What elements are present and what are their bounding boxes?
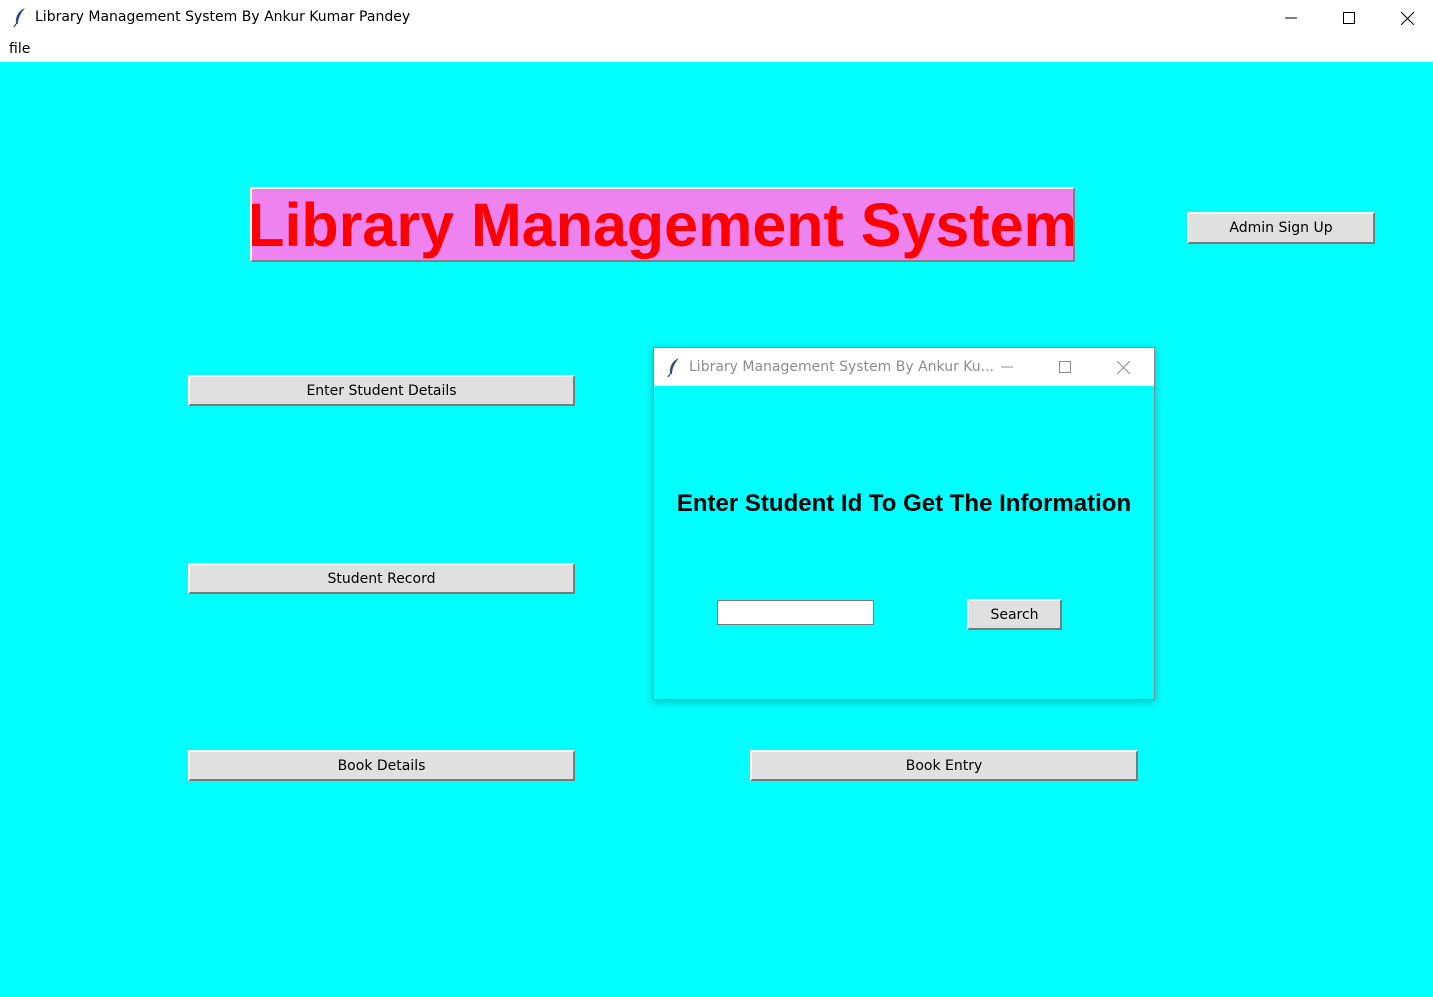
student-search-dialog[interactable]: Library Management System By Ankur Ku...… xyxy=(653,347,1155,700)
maximize-icon xyxy=(1343,12,1355,24)
page-title: Library Management System xyxy=(250,187,1075,262)
close-button[interactable] xyxy=(1378,0,1433,36)
window-titlebar[interactable]: Library Management System By Ankur Kumar… xyxy=(0,0,1433,36)
maximize-icon xyxy=(1059,361,1071,373)
minimize-icon xyxy=(1285,17,1297,19)
maximize-button[interactable] xyxy=(1320,0,1378,36)
admin-sign-up-button[interactable]: Admin Sign Up xyxy=(1187,212,1375,244)
close-icon xyxy=(1400,11,1414,25)
close-icon xyxy=(1116,360,1130,374)
dialog-minimize-button[interactable] xyxy=(978,348,1036,386)
menubar: file xyxy=(0,36,1433,62)
student-id-input[interactable] xyxy=(717,600,874,625)
dialog-close-button[interactable] xyxy=(1094,348,1152,386)
menu-file[interactable]: file xyxy=(9,41,30,57)
dialog-titlebar[interactable]: Library Management System By Ankur Ku... xyxy=(654,348,1154,386)
dialog-title: Library Management System By Ankur Ku... xyxy=(689,359,994,375)
dialog-heading: Enter Student Id To Get The Information xyxy=(676,490,1132,517)
minimize-icon xyxy=(1001,366,1013,368)
search-button[interactable]: Search xyxy=(967,599,1062,630)
enter-student-details-button[interactable]: Enter Student Details xyxy=(188,375,575,406)
minimize-button[interactable] xyxy=(1262,0,1320,36)
student-record-button[interactable]: Student Record xyxy=(188,563,575,594)
book-entry-button[interactable]: Book Entry xyxy=(750,750,1138,781)
book-details-button[interactable]: Book Details xyxy=(188,750,575,781)
feather-icon xyxy=(13,7,27,28)
dialog-maximize-button[interactable] xyxy=(1036,348,1094,386)
feather-icon xyxy=(667,357,681,378)
window-title: Library Management System By Ankur Kumar… xyxy=(35,9,411,25)
